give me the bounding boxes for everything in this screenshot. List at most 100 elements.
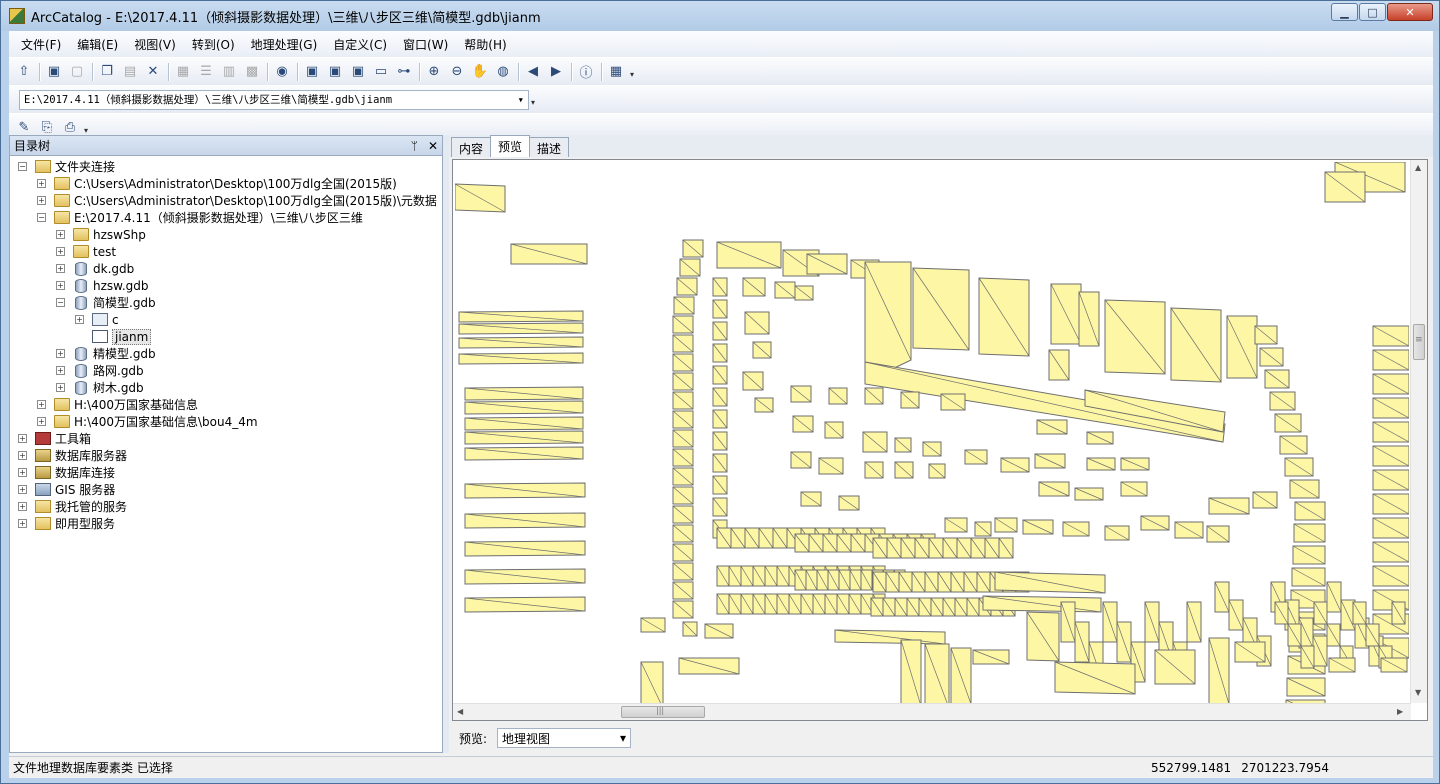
map-preview[interactable] xyxy=(455,162,1409,703)
scroll-down-icon[interactable]: ▼ xyxy=(1415,688,1421,697)
details-icon[interactable]: ▥ xyxy=(218,61,240,83)
tree-item[interactable]: + GIS 服务器 xyxy=(10,481,442,498)
expand-icon[interactable]: + xyxy=(18,451,27,460)
expand-icon[interactable]: + xyxy=(37,400,46,409)
maximize-button[interactable]: □ xyxy=(1359,3,1386,21)
tree-item[interactable]: + C:\Users\Administrator\Desktop\100万dlg全… xyxy=(10,175,442,192)
tree-item[interactable]: + C:\Users\Administrator\Desktop\100万dlg全… xyxy=(10,192,442,209)
vertical-scrollbar[interactable]: ▲ ≡ ▼ xyxy=(1410,160,1427,703)
expand-icon[interactable]: + xyxy=(56,247,65,256)
tree-item[interactable]: + test xyxy=(10,243,442,260)
tree-item[interactable]: + 我托管的服务 xyxy=(10,498,442,515)
tree-item[interactable]: + 数据库服务器 xyxy=(10,447,442,464)
expand-icon[interactable]: + xyxy=(56,383,65,392)
connect-folder-icon[interactable]: ▣ xyxy=(43,61,65,83)
tree-item[interactable]: + hzswShp xyxy=(10,226,442,243)
expand-icon[interactable]: + xyxy=(75,315,84,324)
chevron-down-icon[interactable]: ▾ xyxy=(620,731,626,745)
tree-item[interactable]: + hzsw.gdb xyxy=(10,277,442,294)
forward-icon[interactable]: ▶ xyxy=(545,61,567,83)
tree-item[interactable]: + 数据库连接 xyxy=(10,464,442,481)
large-icons-icon[interactable]: ▦ xyxy=(172,61,194,83)
tree-item[interactable]: − 文件夹连接 xyxy=(10,158,442,175)
preview-type-select[interactable]: 地理视图 ▾ xyxy=(497,728,632,748)
menu-item-4[interactable]: 地理处理(G) xyxy=(243,33,326,56)
expand-icon[interactable]: + xyxy=(56,264,65,273)
close-button[interactable]: ✕ xyxy=(1387,3,1433,21)
paste-icon[interactable]: ▤ xyxy=(119,61,141,83)
expand-icon[interactable]: + xyxy=(56,230,65,239)
menu-item-5[interactable]: 自定义(C) xyxy=(325,33,395,56)
delete-icon[interactable]: ✕ xyxy=(142,61,164,83)
menu-item-3[interactable]: 转到(O) xyxy=(184,33,243,56)
tab-contents[interactable]: 内容 xyxy=(451,137,492,157)
tab-preview[interactable]: 预览 xyxy=(490,135,531,157)
expand-icon[interactable]: + xyxy=(56,366,65,375)
expand-icon[interactable]: + xyxy=(37,196,46,205)
up-level-icon[interactable]: ⇧ xyxy=(13,61,35,83)
location-combo[interactable]: E:\2017.4.11（倾斜摄影数据处理）\三维\八步区三维\简模型.gdb\… xyxy=(19,89,529,110)
collapse-icon[interactable]: − xyxy=(18,162,27,171)
search-window-icon[interactable]: ▣ xyxy=(324,61,346,83)
tree-item[interactable]: + H:\400万国家基础信息\bou4_4m xyxy=(10,413,442,430)
full-extent-icon[interactable]: ◍ xyxy=(492,61,514,83)
list-icon[interactable]: ☰ xyxy=(195,61,217,83)
scroll-up-icon[interactable]: ▲ xyxy=(1415,163,1421,172)
expand-icon[interactable]: + xyxy=(37,417,46,426)
tree-item[interactable]: + 树木.gdb xyxy=(10,379,442,396)
expand-icon[interactable]: + xyxy=(18,502,27,511)
tree-item[interactable]: jianm xyxy=(10,328,442,345)
expand-icon[interactable]: + xyxy=(18,434,27,443)
tree-item[interactable]: + c xyxy=(10,311,442,328)
tree-item[interactable]: + 路网.gdb xyxy=(10,362,442,379)
pin-icon[interactable]: ᛘ xyxy=(411,139,418,153)
menu-item-6[interactable]: 窗口(W) xyxy=(395,33,456,56)
collapse-icon[interactable]: − xyxy=(37,213,46,222)
vertical-scroll-thumb[interactable]: ≡ xyxy=(1413,324,1425,360)
arctoolbox-icon[interactable]: ▣ xyxy=(347,61,369,83)
catalog-window-icon[interactable]: ▣ xyxy=(301,61,323,83)
menu-item-1[interactable]: 编辑(E) xyxy=(69,33,126,56)
pan-icon[interactable]: ✋ xyxy=(469,61,491,83)
expand-icon[interactable]: + xyxy=(37,179,46,188)
toolbar-options-icon[interactable]: ▾ xyxy=(630,65,638,79)
tree-item[interactable]: − 简模型.gdb xyxy=(10,294,442,311)
thumbnails-icon[interactable]: ▩ xyxy=(241,61,263,83)
tree-item[interactable]: + 工具箱 xyxy=(10,430,442,447)
toolbar-options-icon[interactable]: ▾ xyxy=(84,121,92,135)
launch-arcmap-icon[interactable]: ◉ xyxy=(271,61,293,83)
tree-item[interactable]: + H:\400万国家基础信息 xyxy=(10,396,442,413)
expand-icon[interactable]: + xyxy=(56,349,65,358)
copy-icon[interactable]: ❐ xyxy=(96,61,118,83)
tree-item[interactable]: + 即用型服务 xyxy=(10,515,442,532)
create-thumbnail-icon[interactable]: ▦ xyxy=(605,61,627,83)
horizontal-scrollbar[interactable]: ◀ ||| ▶ xyxy=(453,703,1411,720)
close-icon[interactable]: ✕ xyxy=(428,139,438,153)
tab-description[interactable]: 描述 xyxy=(529,137,570,157)
expand-icon[interactable]: + xyxy=(18,485,27,494)
scroll-right-icon[interactable]: ▶ xyxy=(1397,707,1403,716)
expand-icon[interactable]: + xyxy=(18,519,27,528)
zoom-in-icon[interactable]: ⊕ xyxy=(423,61,445,83)
expand-icon[interactable]: + xyxy=(18,468,27,477)
disconnect-folder-icon[interactable]: ▢ xyxy=(66,61,88,83)
chevron-down-icon[interactable]: ▾ xyxy=(518,94,524,106)
horizontal-scroll-thumb[interactable]: ||| xyxy=(621,706,705,718)
zoom-out-icon[interactable]: ⊖ xyxy=(446,61,468,83)
tree-item[interactable]: − E:\2017.4.11（倾斜摄影数据处理）\三维\八步区三维 xyxy=(10,209,442,226)
python-window-icon[interactable]: ▭ xyxy=(370,61,392,83)
menu-item-0[interactable]: 文件(F) xyxy=(13,33,69,56)
identify-icon[interactable]: ⓘ xyxy=(575,61,597,83)
back-icon[interactable]: ◀ xyxy=(522,61,544,83)
tree-item[interactable]: + dk.gdb xyxy=(10,260,442,277)
menu-item-7[interactable]: 帮助(H) xyxy=(456,33,514,56)
tree-item[interactable]: + 精模型.gdb xyxy=(10,345,442,362)
expand-icon[interactable]: + xyxy=(56,281,65,290)
minimize-button[interactable]: ▁ xyxy=(1331,3,1358,21)
menu-item-2[interactable]: 视图(V) xyxy=(126,33,184,56)
db-server-icon xyxy=(35,449,51,462)
collapse-icon[interactable]: − xyxy=(56,298,65,307)
toolbar-options-icon[interactable]: ▾ xyxy=(531,93,539,107)
model-builder-icon[interactable]: ⊶ xyxy=(393,61,415,83)
scroll-left-icon[interactable]: ◀ xyxy=(457,707,463,716)
